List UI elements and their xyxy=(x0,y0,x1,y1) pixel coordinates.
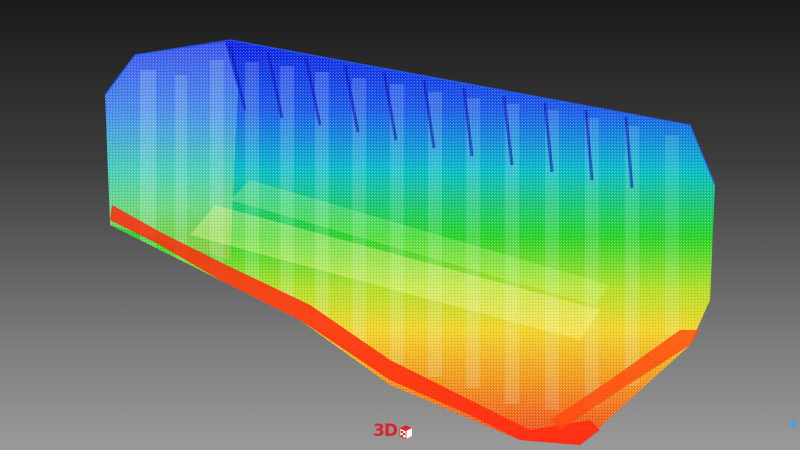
brand-logo: 3D xyxy=(373,420,413,442)
logo-text: 3D xyxy=(373,421,398,441)
crosshair-icon xyxy=(788,414,798,429)
checkered-cube-icon xyxy=(399,424,413,440)
point-cloud-viewport[interactable]: 3D xyxy=(0,0,800,450)
point-cloud-render[interactable] xyxy=(0,0,800,450)
